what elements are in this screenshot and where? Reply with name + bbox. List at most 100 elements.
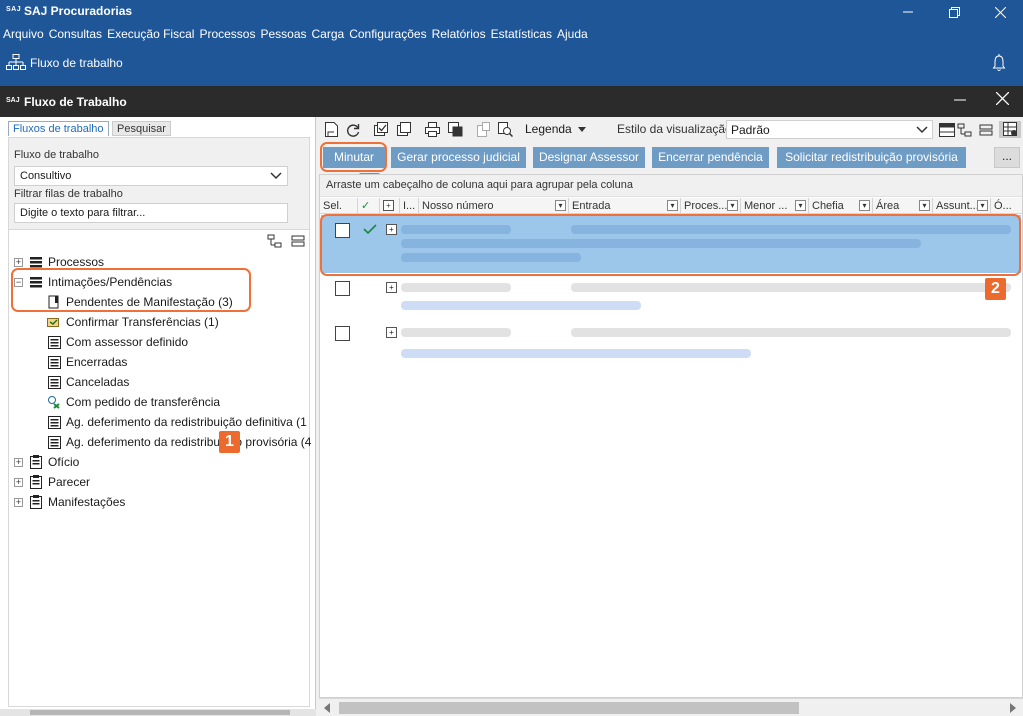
column-header-nosso-numero[interactable]: Nosso número ▾ [418, 198, 568, 214]
check-all-icon[interactable] [372, 121, 390, 138]
grid-settings-icon[interactable] [999, 121, 1021, 138]
menu-configuracoes[interactable]: Configurações [349, 27, 430, 41]
menu-consultas[interactable]: Consultas [49, 27, 106, 41]
tree-item-confirmar-transferencias[interactable]: Confirmar Transferências (1) [47, 313, 219, 331]
column-header-o[interactable]: Ó... [990, 198, 1022, 214]
table-row[interactable]: + [321, 321, 1021, 371]
lock-document-icon[interactable] [474, 121, 492, 138]
encerrar-pendencia-button[interactable]: Encerrar pendência [652, 147, 769, 168]
gerar-processo-judicial-button[interactable]: Gerar processo judicial [391, 147, 526, 168]
filter-icon: ▾ [667, 200, 678, 211]
queue-icon [47, 415, 61, 429]
uncheck-all-icon[interactable] [395, 121, 413, 138]
tree-item-canceladas[interactable]: Canceladas [47, 373, 129, 391]
tree-item-com-pedido-de-transferencia[interactable]: Com pedido de transferência [47, 393, 220, 411]
tree-item-label: Manifestações [48, 495, 126, 509]
tree-item-oficio[interactable]: + Ofício [14, 453, 79, 471]
tab-fluxos-de-trabalho[interactable]: Fluxos de trabalho [8, 121, 109, 136]
window-title: Fluxo de Trabalho [24, 95, 127, 109]
column-header-menor[interactable]: Menor ... ▾ [740, 198, 808, 214]
scroll-thumb[interactable] [339, 702, 799, 714]
left-horizontal-scrollbar[interactable] [0, 709, 316, 716]
legend-dropdown[interactable]: Legenda [525, 122, 587, 136]
row-expand-icon[interactable]: + [386, 282, 397, 293]
tree-item-redistribuicao-provisoria[interactable]: Ag. deferimento da redistribuição provis… [47, 433, 311, 451]
tree-item-parecer[interactable]: + Parecer [14, 473, 90, 491]
tree-item-label: Ag. deferimento da redistribuição defini… [66, 415, 307, 429]
menu-pessoas[interactable]: Pessoas [260, 27, 310, 41]
collapse-all-icon[interactable] [291, 234, 305, 248]
workflow-tree: + Processos − Intimações/Pendências Pend… [8, 229, 311, 707]
expand-icon[interactable]: + [14, 257, 23, 267]
column-header-check[interactable]: ✓ [357, 198, 379, 214]
column-header-chefia[interactable]: Chefia ▾ [808, 198, 872, 214]
scroll-right-icon[interactable] [1009, 703, 1017, 713]
expand-all-icon[interactable] [267, 234, 283, 248]
clipboard-icon [29, 475, 43, 489]
table-row[interactable]: + [321, 275, 1021, 321]
tree-item-manifestacoes[interactable]: + Manifestações [14, 493, 125, 511]
view-style-select[interactable]: Padrão [726, 120, 933, 139]
layout-icon[interactable] [938, 121, 956, 138]
menu-relatorios[interactable]: Relatórios [432, 27, 490, 41]
solicitar-redistribuicao-provisoria-button[interactable]: Solicitar redistribuição provisória [777, 147, 966, 168]
flow-select[interactable]: Consultivo [14, 166, 288, 186]
restore-button[interactable] [931, 0, 977, 24]
close-app-button[interactable] [977, 0, 1023, 24]
tree-item-label: Parecer [48, 475, 91, 489]
tree-item-redistribuicao-definitiva[interactable]: Ag. deferimento da redistribuição defini… [47, 413, 307, 431]
callout-box-1 [11, 268, 251, 312]
column-header-assunto[interactable]: Assunt... ▾ [932, 198, 990, 214]
filter-input[interactable]: Digite o texto para filtrar... [14, 203, 288, 223]
designar-assessor-button[interactable]: Designar Assessor [533, 147, 645, 168]
minimize-button[interactable] [885, 0, 931, 24]
redacted-text [571, 283, 1011, 292]
menu-estatisticas[interactable]: Estatísticas [491, 27, 556, 41]
scroll-thumb[interactable] [30, 710, 290, 715]
expand-icon[interactable]: + [14, 497, 23, 507]
row-checkbox[interactable] [335, 326, 350, 341]
tab-pesquisar[interactable]: Pesquisar [112, 121, 171, 136]
menu-processos[interactable]: Processos [199, 27, 259, 41]
menu-ajuda[interactable]: Ajuda [557, 27, 592, 41]
breadcrumb[interactable]: Fluxo de trabalho [30, 56, 123, 70]
caret-down-icon [578, 127, 587, 132]
column-header-area[interactable]: Área ▾ [872, 198, 932, 214]
menu-carga[interactable]: Carga [312, 27, 349, 41]
column-header-processo[interactable]: Proces... ▾ [680, 198, 740, 214]
filter-placeholder: Digite o texto para filtrar... [20, 207, 146, 219]
expand-icon[interactable]: + [14, 457, 23, 467]
group-by-area[interactable]: Arraste um cabeçalho de coluna aqui para… [320, 175, 1022, 197]
filter-icon: ▾ [977, 200, 988, 211]
window-close-button[interactable] [990, 90, 1014, 112]
grid-horizontal-scrollbar[interactable] [319, 698, 1023, 716]
scroll-left-icon[interactable] [323, 703, 331, 713]
print-icon[interactable] [423, 121, 441, 138]
flow-filter-form: Fluxo de trabalho Consultivo Filtrar fil… [8, 137, 310, 237]
row-expand-icon[interactable]: + [386, 327, 397, 338]
more-actions-button[interactable]: ... [994, 147, 1020, 168]
expand-icon[interactable]: + [14, 477, 23, 487]
new-document-icon[interactable] [322, 121, 340, 138]
column-header-i[interactable]: I... [399, 198, 418, 214]
collapse-view-icon[interactable] [977, 121, 995, 138]
menu-bar: Arquivo Consultas Execução Fiscal Proces… [0, 24, 1023, 44]
row-checkbox[interactable] [335, 281, 350, 296]
tree-view-icon[interactable] [956, 121, 974, 138]
column-header-expand[interactable]: + [379, 198, 399, 214]
column-headers: Sel. ✓ + I... Nosso número ▾ Entrada ▾ Pro… [320, 198, 1022, 214]
left-panel: Fluxos de trabalho Pesquisar Fluxo de tr… [0, 117, 316, 716]
tree-item-com-assessor-definido[interactable]: Com assessor definido [47, 333, 188, 351]
window-minimize-button[interactable] [948, 90, 972, 112]
menu-execucao-fiscal[interactable]: Execução Fiscal [107, 27, 198, 41]
search-document-icon[interactable] [496, 121, 514, 138]
menu-arquivo[interactable]: Arquivo [3, 27, 48, 41]
export-icon[interactable] [446, 121, 464, 138]
column-header-entrada[interactable]: Entrada ▾ [568, 198, 680, 214]
bell-icon[interactable] [992, 54, 1006, 72]
column-header-sel[interactable]: Sel. [320, 198, 357, 214]
refresh-icon[interactable] [344, 121, 362, 138]
flow-select-value: Consultivo [20, 170, 72, 182]
queue-icon [47, 375, 61, 389]
tree-item-encerradas[interactable]: Encerradas [47, 353, 127, 371]
